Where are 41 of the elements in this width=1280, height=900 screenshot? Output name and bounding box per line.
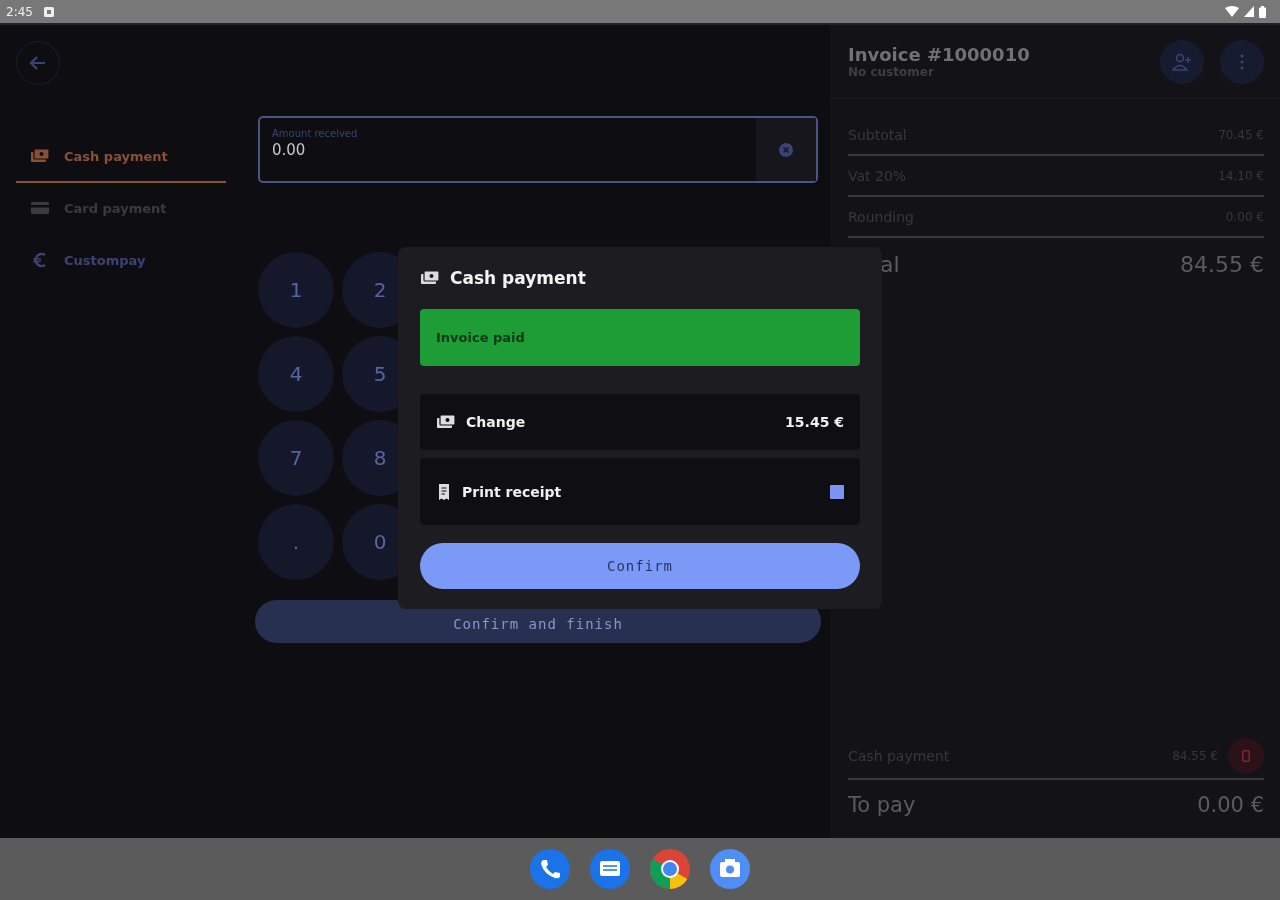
change-amount: 15.45 €	[785, 414, 844, 430]
field-value: 0.00	[272, 141, 307, 159]
paid-banner: Invoice paid	[420, 309, 860, 366]
payment-method-tab[interactable]: Custompay	[16, 235, 226, 287]
cash-icon	[420, 270, 440, 286]
checkbox[interactable]	[830, 484, 844, 499]
to-pay-label: To pay	[848, 793, 916, 817]
clock-time: 2:45	[6, 4, 33, 19]
clear-icon	[778, 141, 794, 158]
print-receipt-row[interactable]: Print receipt	[420, 458, 860, 525]
field-label: Amount received	[272, 128, 359, 139]
cash-icon	[436, 414, 456, 430]
messages-app-icon[interactable]	[590, 849, 630, 889]
keypad-key[interactable]: 1	[258, 252, 334, 328]
card-icon	[30, 200, 50, 216]
change-label: Change	[466, 414, 526, 430]
more-icon	[1240, 53, 1244, 70]
invoice-title: Invoice #1000010	[848, 44, 1031, 65]
phone-app-icon[interactable]	[530, 849, 570, 889]
add-person-icon	[1172, 52, 1192, 71]
cash-icon	[30, 148, 50, 164]
camera-app-icon[interactable]	[710, 849, 750, 889]
keypad-key[interactable]: .	[258, 504, 334, 580]
payment-method-tab[interactable]: Cash payment	[16, 131, 226, 183]
notification-icon	[43, 6, 54, 17]
browser-app-icon[interactable]	[650, 849, 690, 889]
confirm-button[interactable]: Confirm	[420, 543, 860, 589]
total-label: al	[880, 251, 900, 277]
signal-icon	[1244, 6, 1254, 17]
to-pay-amount: 0.00 €	[1197, 793, 1264, 817]
trash-icon	[1242, 750, 1250, 762]
keypad-key[interactable]: 4	[258, 336, 334, 412]
back-arrow-icon	[29, 54, 47, 72]
receipt-icon	[436, 482, 452, 501]
keypad-key[interactable]: 7	[258, 420, 334, 496]
amount-field[interactable]: Amount received 0.00	[258, 116, 818, 183]
dialog-title: Cash payment	[450, 268, 586, 288]
wifi-icon	[1225, 6, 1239, 17]
battery-icon	[1259, 5, 1266, 18]
total-amount: 84.55 €	[1180, 251, 1264, 277]
print-receipt-label: Print receipt	[462, 483, 562, 500]
